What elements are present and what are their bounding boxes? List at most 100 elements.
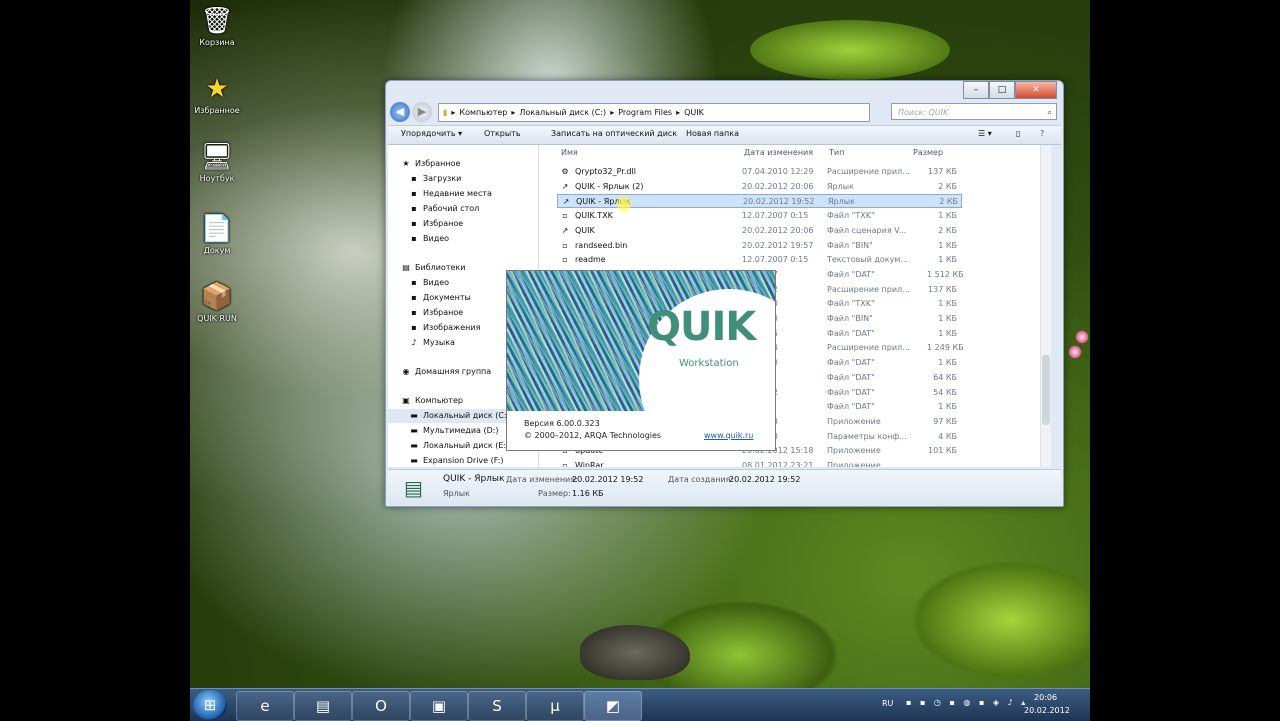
address-bar[interactable]: ▮ ▸ Компьютер ▸ Локальный диск (C:) ▸ Pr… (438, 103, 870, 122)
view-options-icon[interactable]: ☰ ▾ (978, 129, 992, 138)
tray-icons[interactable]: ▪ ▪ ◷ ▪ ◍ ▪ ◈ ♪ ▴ (906, 698, 1028, 707)
nav-item[interactable]: ▬ Expansion Drive (F:) (388, 454, 503, 467)
breadcrumb-item[interactable]: QUIK (684, 108, 704, 117)
nav-item[interactable]: ★ Избранное (388, 157, 460, 171)
file-name: QUIK - Ярлык (2) (575, 181, 644, 191)
desktop-icon-label: Избранное (194, 106, 240, 115)
nav-item[interactable]: ▪ Видео (388, 232, 449, 246)
clock-time[interactable]: 20:06 (1034, 693, 1057, 702)
close-button[interactable]: ✕ (1015, 81, 1057, 99)
nav-item[interactable]: ▪ Документы (388, 291, 471, 305)
file-type: Файл "DAT" (827, 358, 875, 368)
details-created-value: 20.02.2012 19:52 (729, 475, 801, 484)
help-icon[interactable]: ? (1040, 129, 1044, 138)
file-size: 1 КБ (938, 314, 957, 323)
search-icon: ⌕ (1047, 108, 1052, 117)
nav-item[interactable]: ▤ Библиотеки (388, 261, 465, 275)
nav-item[interactable]: ▪ Видео (388, 276, 449, 290)
file-type: Ярлык (828, 197, 855, 207)
back-button[interactable]: ◀ (390, 102, 410, 122)
open-button[interactable]: Открыть (484, 129, 521, 138)
file-row[interactable]: ▫ readme 12.07.2007 0:15 Текстовый докум...… (557, 253, 962, 267)
file-size: 2 КБ (939, 197, 958, 207)
file-size: 97 КБ (933, 416, 957, 426)
details-file-name: QUIK - Ярлык (443, 474, 505, 484)
desktop-icon-laptop[interactable]: 🖥 Ноутбук (189, 142, 245, 183)
column-header-date[interactable]: Дата изменения (744, 148, 813, 157)
column-header-type[interactable]: Тип (829, 148, 844, 157)
taskbar-button-monitor[interactable]: ▣ (410, 691, 468, 721)
desktop-icon-favorites[interactable]: ★ Избранное (189, 74, 245, 115)
nav-item-label: Изображения (423, 323, 481, 332)
forward-button[interactable]: ▶ (412, 102, 432, 122)
preview-pane-icon[interactable]: ▯ (1016, 129, 1020, 138)
file-row[interactable]: ↗ QUIK - Ярлык (2) 20.02.2012 20:06 Ярлык 2 … (557, 180, 962, 194)
nav-item[interactable]: ▪ Избраное (388, 217, 463, 231)
moss-decoration (750, 20, 950, 80)
taskbar-button-outlook[interactable]: O (352, 691, 410, 721)
organize-button[interactable]: Упорядочить ▾ (401, 129, 462, 138)
column-header-size[interactable]: Размер (913, 148, 943, 157)
nav-item[interactable]: ▪ Рабочий стол (388, 202, 479, 216)
taskbar-button-explorer[interactable]: ▤ (294, 691, 352, 721)
nav-item[interactable]: ◉ Домашняя группа (388, 365, 492, 379)
vertical-scrollbar[interactable] (1040, 145, 1051, 467)
desktop-icon-recycle-bin[interactable]: 🗑 Корзина (189, 6, 245, 47)
details-size-value: 1.16 КБ (572, 489, 604, 498)
file-name: randseed.bin (575, 240, 628, 250)
breadcrumb-item[interactable]: Локальный диск (C:) (519, 108, 606, 117)
nav-item-icon: ♪ (411, 338, 417, 347)
nav-item[interactable]: ▬ Мультимедиа (D:) (388, 424, 498, 438)
desktop-icon-document[interactable]: 📄 Докум (189, 214, 245, 255)
taskbar-button-ie[interactable]: e (236, 691, 294, 721)
file-size: 1 КБ (938, 240, 957, 250)
taskbar-button-utorrent[interactable]: µ (526, 691, 584, 721)
nav-item-icon: ▪ (411, 219, 417, 228)
desktop-icon-quik-run[interactable]: 📦 QUIK RUN (189, 282, 245, 323)
details-created-label: Дата создания: (668, 475, 734, 484)
nav-item[interactable]: ▪ Загрузки (388, 172, 461, 186)
scrollbar-thumb[interactable] (1042, 355, 1050, 425)
nav-item-label: Избраное (423, 308, 464, 317)
search-input[interactable]: Поиск: QUIK ⌕ (891, 103, 1057, 120)
nav-item[interactable]: ♪ Музыка (388, 336, 455, 350)
file-size: 101 КБ (928, 446, 957, 456)
file-row[interactable]: ↗ QUIK 20.02.2012 20:06 Файл сценария V... 2… (557, 224, 962, 238)
language-indicator[interactable]: RU (882, 699, 893, 708)
file-type: Файл "DAT" (827, 328, 875, 338)
nav-item[interactable]: ▪ Изображения (388, 321, 480, 335)
taskbar-button-quik[interactable]: ◩ (584, 691, 642, 721)
nav-item[interactable]: ▪ Избраное (388, 306, 463, 320)
start-button[interactable]: ⊞ (193, 690, 227, 720)
system-tray: RU ▪ ▪ ◷ ▪ ◍ ▪ ◈ ♪ ▴ 20:06 20.02.2012 (882, 689, 1082, 721)
file-row[interactable]: ⚙ Qrypto32_Pr.dll 07.04.2010 12:29 Расширен… (557, 165, 962, 179)
desktop-icon-label: Докум (203, 246, 231, 255)
file-size: 1 КБ (938, 402, 957, 412)
desktop-icon-label: Корзина (199, 38, 235, 47)
clock-date[interactable]: 20.02.2012 (1024, 706, 1070, 715)
splash-website-link[interactable]: www.quik.ru (704, 431, 753, 440)
desktop-icon-label: Ноутбук (199, 174, 235, 183)
file-size: 2 КБ (938, 225, 957, 235)
nav-item[interactable]: ▪ Недавние места (388, 187, 492, 201)
new-folder-button[interactable]: Новая папка (686, 129, 739, 138)
file-type: Файл "BIN" (827, 240, 873, 250)
minimize-button[interactable]: – (963, 81, 989, 99)
breadcrumb-item[interactable]: Компьютер (459, 108, 507, 117)
taskbar-button-skype[interactable]: S (468, 691, 526, 721)
breadcrumb-item[interactable]: Program Files (618, 108, 672, 117)
nav-item-label: Библиотеки (415, 263, 466, 272)
maximize-button[interactable]: □ (989, 81, 1015, 99)
file-row[interactable]: ▫ WinRar 08.01.2012 23:21 Приложение (557, 459, 962, 467)
file-size: 64 КБ (933, 372, 957, 382)
file-name: WinRar (575, 461, 604, 467)
file-type: Ярлык (827, 181, 854, 191)
splash-copyright: © 2000–2012, ARQA Technologies (524, 431, 662, 440)
file-row[interactable]: ▫ QUIK.TXK 12.07.2007 0:15 Файл "TXK" 1 КБ (557, 209, 962, 223)
nav-item[interactable]: ▣ Компьютер (388, 394, 463, 408)
column-header-name[interactable]: Имя (561, 148, 578, 157)
file-row[interactable]: ▫ randseed.bin 20.02.2012 19:57 Файл "BIN" 1… (557, 239, 962, 253)
details-size-label: Размер: (538, 489, 571, 498)
nav-item[interactable]: ▬ Локальный диск (E:) (388, 439, 509, 453)
burn-button[interactable]: Записать на оптический диск (551, 129, 677, 138)
